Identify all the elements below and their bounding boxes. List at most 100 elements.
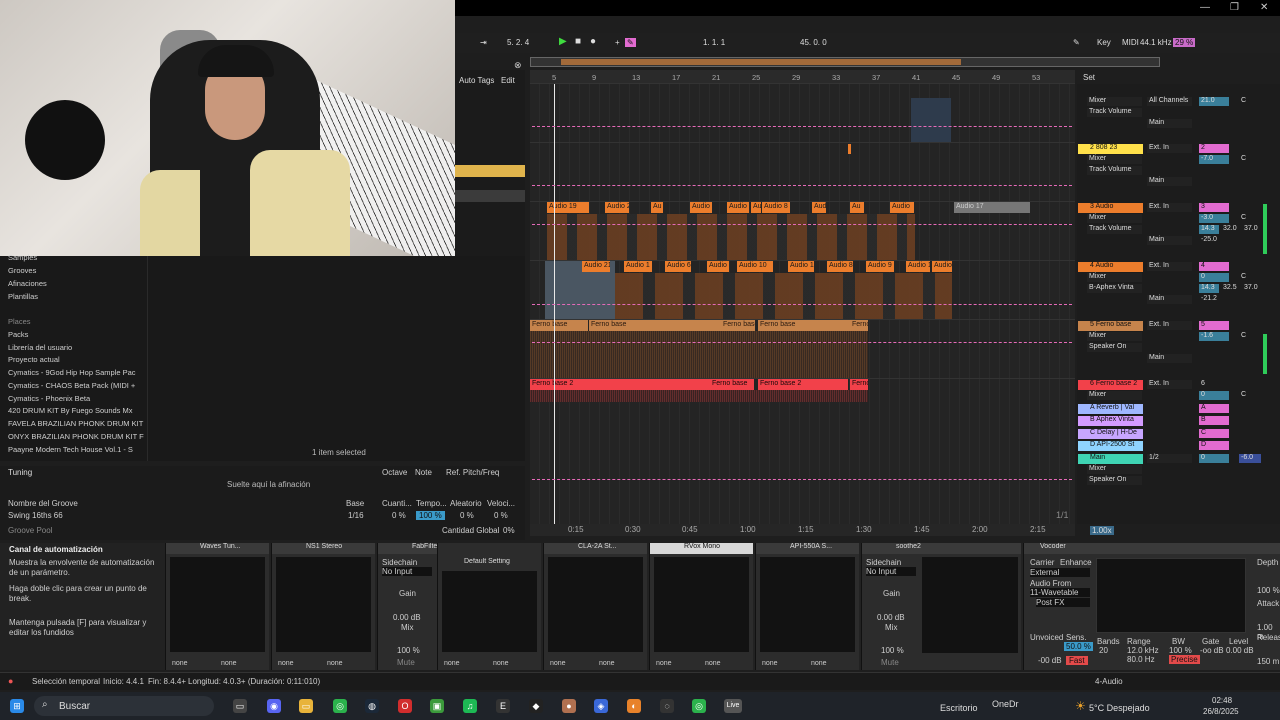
fast-button[interactable]: Fast (1066, 656, 1088, 665)
output-select[interactable]: Main (1147, 354, 1192, 363)
clip-region[interactable] (911, 98, 951, 142)
mix-value[interactable]: 100 % (397, 646, 420, 655)
volume-value[interactable]: -3.0 (1199, 214, 1229, 223)
groove-base[interactable]: 1/16 (348, 511, 364, 520)
groove-velocity[interactable]: 0 % (494, 511, 508, 520)
audio-clip[interactable]: Ferno base 2 (530, 379, 710, 390)
audio-clip[interactable]: Audio (812, 202, 826, 213)
range-high[interactable]: 12.0 kHz (1127, 646, 1159, 655)
send-value[interactable]: 37.0 (1242, 225, 1262, 234)
fl-studio-icon[interactable]: ◐ (627, 699, 641, 713)
pan-value[interactable]: C (1239, 155, 1255, 164)
return-track-a[interactable]: A Reverb | Val (1078, 404, 1143, 414)
automation-arm-icon[interactable]: ✎ (625, 38, 636, 47)
browser-category[interactable]: Samples (8, 253, 37, 262)
device-param[interactable]: none (327, 660, 343, 667)
device-title[interactable]: NS1 Stereo (272, 543, 375, 554)
output-select[interactable]: Main (1147, 295, 1192, 304)
track-number[interactable]: 3 (1199, 203, 1229, 212)
audio-clip[interactable]: Ferno (850, 379, 868, 390)
place-item[interactable]: ONYX BRAZILIAN PHONK DRUM KIT F (8, 432, 144, 441)
audio-clip[interactable]: Au (751, 202, 761, 213)
unvoiced-value[interactable]: -00 dB (1038, 656, 1062, 665)
audio-clip[interactable]: Audio (707, 261, 729, 272)
groove-name[interactable]: Swing 16ths 66 (8, 511, 63, 520)
device-fabfilter[interactable]: FabFilter Pro-Q 3 Sidechain No Input Gai… (377, 543, 538, 670)
place-item[interactable]: FAVELA BRAZILIAN PHONK DRUM KIT (8, 419, 143, 428)
groove-random[interactable]: 0 % (460, 511, 474, 520)
audio-clip[interactable]: Audio 8 (827, 261, 853, 272)
place-item[interactable]: Librería del usuario (8, 343, 72, 352)
audio-clip[interactable]: Audio 1 (906, 261, 930, 272)
copilot-icon[interactable]: ◈ (594, 699, 608, 713)
tag-row[interactable] (455, 190, 525, 202)
place-item[interactable]: Cymatics - CHAOS Beta Pack (MIDI + (8, 381, 135, 390)
volume-value[interactable]: 0 (1199, 454, 1229, 463)
device-default-setting[interactable]: Default Setting none none (437, 543, 541, 670)
track-name[interactable]: 5 Ferno base (1078, 321, 1143, 331)
track-number[interactable]: 6 (1199, 380, 1229, 389)
sens-value[interactable]: 50.0 % (1064, 642, 1093, 651)
tidal-icon[interactable]: ◆ (529, 699, 543, 713)
volume-value[interactable]: -7.0 (1199, 155, 1229, 164)
pan-value[interactable]: C (1239, 332, 1255, 341)
task-view-icon[interactable]: ▭ (233, 699, 247, 713)
device-title[interactable]: CLA-2A St... (544, 543, 647, 554)
send-value[interactable]: 14.3 (1199, 225, 1219, 234)
clock-time[interactable]: 02:48 (1212, 696, 1232, 705)
windows-start-icon[interactable]: ⊞ (10, 699, 24, 713)
audio-clip[interactable]: Ferno (850, 320, 868, 331)
place-item[interactable]: 420 DRUM KIT By Fuego Sounds Mx (8, 406, 133, 415)
midi-button[interactable]: MIDI (1122, 38, 1139, 47)
device-vocoder[interactable]: Vocoder Carrier Enhance External Audio F… (1023, 543, 1280, 670)
spotify-icon[interactable]: ♫ (463, 699, 477, 713)
mute-button[interactable]: Mute (397, 658, 415, 667)
gate-value[interactable]: -oo dB (1200, 646, 1224, 655)
minimize-icon[interactable]: — (1200, 2, 1210, 13)
mixer-dropdown[interactable]: Track Volume (1087, 225, 1142, 234)
device-param[interactable]: none (493, 660, 509, 667)
sidechain-input[interactable]: No Input (866, 567, 916, 576)
audio-clip[interactable]: Audio 9 (866, 261, 894, 272)
track-number[interactable]: 2 (1199, 144, 1229, 153)
browser-category[interactable]: Afinaciones (8, 279, 47, 288)
mixer-dropdown[interactable]: Speaker On (1087, 343, 1142, 352)
device-param[interactable]: none (599, 660, 615, 667)
mixer-dropdown[interactable]: Mixer (1087, 465, 1142, 474)
return-track-b[interactable]: B Aphex Vinta (1078, 416, 1143, 426)
global-amount-value[interactable]: 0% (503, 526, 515, 535)
midi-note[interactable] (848, 144, 851, 154)
audio-clip[interactable]: Audio 17 (954, 202, 1030, 213)
audio-clip[interactable]: Audio 2 (605, 202, 629, 213)
mixer-dropdown[interactable]: B-Aphex Vinta (1087, 284, 1142, 293)
device-param[interactable]: none (811, 660, 827, 667)
release-value[interactable]: 150 m (1257, 657, 1279, 666)
audio-clip[interactable]: Audio 8 (762, 202, 790, 213)
input-select[interactable]: Ext. In (1147, 203, 1192, 212)
mute-button[interactable]: Mute (881, 658, 899, 667)
chrome-icon[interactable]: ◎ (333, 699, 347, 713)
audio-clip[interactable]: Audio (890, 202, 914, 213)
input-select[interactable]: Ext. In (1147, 380, 1192, 389)
return-track-d[interactable]: D API-2500 St (1078, 441, 1143, 451)
discord-icon[interactable]: ◉ (267, 699, 281, 713)
device-param[interactable]: none (172, 660, 188, 667)
input-select[interactable]: Ext. In (1147, 262, 1192, 271)
place-item[interactable]: Packs (8, 330, 28, 339)
output-select[interactable]: Main (1147, 119, 1192, 128)
groove-tempo[interactable]: 100 % (416, 511, 445, 520)
pan-value[interactable]: C (1239, 97, 1255, 106)
record-icon[interactable]: ● (590, 36, 596, 47)
device-param[interactable]: none (278, 660, 294, 667)
input-select[interactable]: 1/2 (1147, 454, 1192, 463)
level-value[interactable]: 0.00 dB (1226, 646, 1254, 655)
audio-clip[interactable]: Ferno base (721, 320, 755, 331)
pan-value[interactable]: C (1239, 214, 1255, 223)
device-title[interactable]: Default Setting (438, 558, 541, 569)
mixer-dropdown[interactable]: Mixer (1087, 155, 1142, 164)
follow-icon[interactable]: ⇥ (480, 38, 487, 47)
mixer-dropdown[interactable]: Speaker On (1087, 476, 1142, 485)
send-value[interactable]: 32.5 (1221, 284, 1241, 293)
ableton-live-icon[interactable]: Live (724, 699, 742, 713)
depth-value[interactable]: 100 % (1257, 586, 1280, 595)
